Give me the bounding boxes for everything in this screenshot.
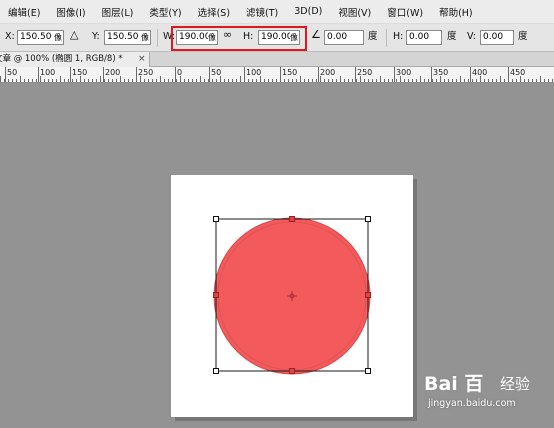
baidu-watermark: Bai 百 经验 jingyan.baidu.com <box>422 372 552 422</box>
handle-bottom-right[interactable] <box>365 368 371 374</box>
handle-middle-right[interactable] <box>365 292 371 298</box>
handle-top-left[interactable] <box>213 216 219 222</box>
baidu-logo: Bai 百 <box>424 373 484 395</box>
transform-overlay <box>213 216 371 375</box>
watermark-text: 经验 <box>500 375 531 393</box>
handle-bottom-center[interactable] <box>289 368 295 374</box>
handle-bottom-left[interactable] <box>213 368 219 374</box>
watermark-url: jingyan.baidu.com <box>428 398 516 409</box>
handle-top-right[interactable] <box>365 216 371 222</box>
handle-middle-left[interactable] <box>213 292 219 298</box>
handle-top-center[interactable] <box>289 216 295 222</box>
